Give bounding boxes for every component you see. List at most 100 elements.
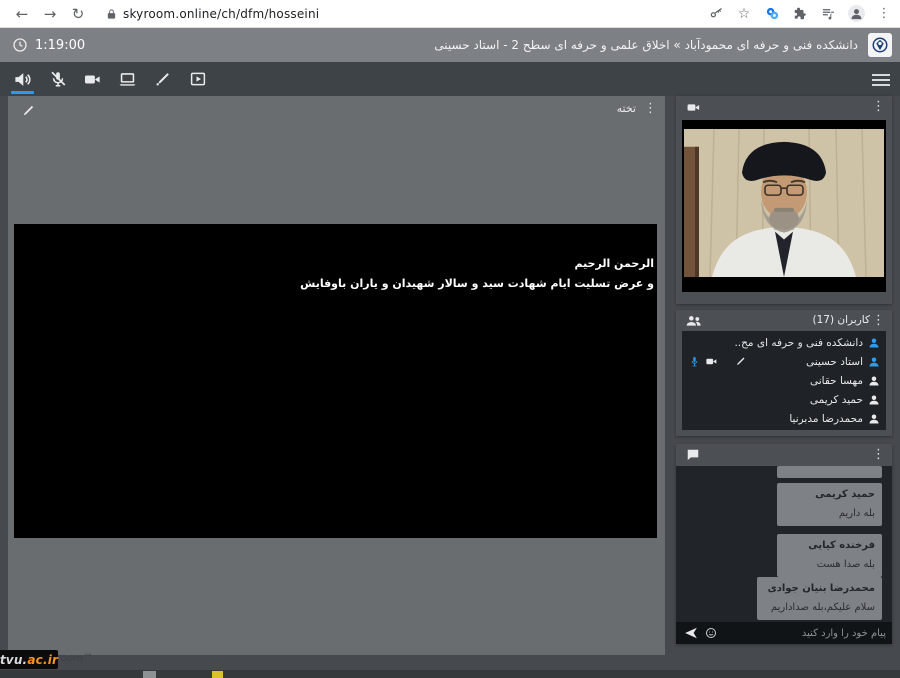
user-row[interactable]: حمید کریمی [682, 390, 886, 409]
microphone-muted-button[interactable] [40, 62, 75, 96]
annotation-line-2: و عرض تسلیت ایام شهادت سید و سالار شهیدا… [300, 274, 654, 294]
chat-panel-menu-button[interactable]: ⋮ [872, 448, 885, 461]
tvu-logo: tvu.ac.ir [0, 650, 58, 669]
taskbar-strip [0, 670, 900, 678]
user-row-operator[interactable]: دانشکده فنی و حرفه ای مح.. [682, 333, 886, 352]
extensions-button[interactable] [788, 3, 812, 25]
clock-icon [12, 37, 28, 53]
camera-panel-icon [686, 100, 701, 115]
meeting-toolbar [0, 62, 900, 96]
user-person-icon [868, 394, 880, 406]
users-panel: کاربران (17) ⋮ دانشکده فنی و حرفه ای مح.… [676, 310, 892, 436]
university-logo [868, 33, 892, 57]
whiteboard-canvas[interactable]: الرحمن الرحيم و عرض تسلیت ایام شهادت سید… [14, 224, 657, 538]
lock-icon[interactable] [106, 8, 117, 20]
tvu-logo-domain: ac.ir [27, 653, 58, 667]
user-name: دانشکده فنی و حرفه ای مح.. [734, 337, 863, 349]
video-panel-menu-button[interactable]: ⋮ [872, 100, 885, 113]
whiteboard-menu-button[interactable]: ⋮ [644, 102, 657, 115]
chat-messages[interactable]: حمید کریمی بله داریم فرخنده کیایی بله صد… [676, 466, 892, 622]
menu-hamburger-button[interactable] [872, 71, 890, 89]
session-title: دانشکده فنی و حرفه ای محمودآباد » اخلاق … [434, 28, 858, 62]
videocam-icon [83, 70, 102, 89]
star-icon: ☆ [738, 6, 751, 22]
address-bar[interactable]: skyroom.online/ch/dfm/hosseini [106, 7, 704, 21]
user-name: مهسا حقانی [810, 375, 863, 387]
avatar [848, 5, 865, 22]
elapsed-time-value: 1:19:00 [35, 38, 85, 53]
user-mic-on-icon[interactable] [686, 356, 703, 367]
whiteboard-tool-button[interactable] [145, 62, 180, 96]
screen-share-button[interactable] [110, 62, 145, 96]
chat-message: حمید کریمی بله داریم [777, 483, 882, 526]
chat-message-input[interactable] [724, 624, 886, 642]
users-list[interactable]: دانشکده فنی و حرفه ای مح.. استاد حسینی م… [682, 331, 886, 430]
forward-icon: → [44, 5, 57, 23]
browser-menu-button[interactable]: ⋮ [872, 3, 896, 25]
chat-message: محمدرضا بنیان جوادی سلام علیکم،بله صدادا… [757, 577, 882, 620]
browser-back-button[interactable]: ← [8, 3, 36, 25]
speaker-icon [13, 70, 32, 89]
brush-icon [154, 71, 171, 88]
chat-bubble-icon [686, 448, 700, 462]
video-frame [682, 120, 886, 292]
user-draw-icon[interactable] [731, 356, 748, 368]
laptop-icon [118, 70, 137, 89]
play-box-icon [189, 70, 207, 88]
user-row[interactable]: مهسا حقانی [682, 371, 886, 390]
university-emblem-icon [871, 36, 889, 54]
chat-sender: حمید کریمی [784, 487, 875, 502]
refresh-icon: ↻ [72, 5, 85, 23]
users-panel-title: کاربران (17) [812, 314, 870, 326]
chat-text: سلام علیکم،بله صداداریم [764, 600, 875, 615]
whiteboard-pencil-icon[interactable] [20, 104, 35, 123]
whiteboard-tab-label: تخته [617, 102, 636, 115]
user-person-icon [868, 337, 880, 349]
user-person-icon [868, 375, 880, 387]
presenter-illustration [684, 129, 884, 277]
user-row[interactable]: محمدرضا مدبرنیا [682, 409, 886, 428]
chat-text: بله داریم [784, 506, 875, 521]
key-icon [709, 6, 724, 21]
chat-panel: ⋮ حمید کریمی بله داریم فرخنده کیایی بله … [676, 444, 892, 644]
video-panel-header: ⋮ [676, 96, 892, 118]
media-player-button[interactable] [180, 62, 215, 96]
speaker-button[interactable] [5, 62, 40, 96]
users-group-icon [686, 314, 702, 328]
session-header: 1:19:00 دانشکده فنی و حرفه ای محمودآباد … [0, 28, 900, 62]
bookmark-star-button[interactable]: ☆ [732, 3, 756, 25]
emoji-icon[interactable] [705, 627, 717, 639]
chat-message: فرخنده کیایی بله صدا هست [777, 534, 882, 577]
users-panel-header: کاربران (17) ⋮ [676, 310, 892, 332]
user-cam-on-icon[interactable] [703, 355, 720, 368]
taskbar-item-icon [143, 671, 156, 678]
camera-button[interactable] [75, 62, 110, 96]
video-panel: ⋮ [676, 96, 892, 304]
tvu-logo-text: tvu. [0, 653, 27, 667]
chat-sender: فرخنده کیایی [784, 538, 875, 553]
browser-profile-button[interactable] [844, 3, 868, 25]
user-name: حمید کریمی [810, 394, 863, 406]
chat-panel-header: ⋮ [676, 444, 892, 466]
browser-forward-button[interactable]: → [36, 3, 64, 25]
browser-refresh-button[interactable]: ↻ [64, 3, 92, 25]
whiteboard-panel: تخته ⋮ الرحمن الرحيم و عرض تسلیت ایام شه… [8, 96, 665, 655]
chat-input-bar [676, 622, 892, 644]
url-text[interactable]: skyroom.online/ch/dfm/hosseini [123, 7, 319, 21]
send-icon[interactable] [684, 626, 698, 640]
taskbar-item-icon [212, 671, 223, 678]
user-row-instructor[interactable]: استاد حسینی [682, 352, 886, 371]
chat-message-clipped [777, 466, 882, 478]
puzzle-icon [793, 7, 807, 21]
extension-blue-button[interactable] [760, 3, 784, 25]
reading-list-button[interactable] [816, 3, 840, 25]
password-key-button[interactable] [704, 3, 728, 25]
user-person-icon [868, 356, 880, 368]
chat-text: بله صدا هست [784, 557, 875, 572]
users-panel-menu-button[interactable]: ⋮ [872, 314, 885, 327]
browser-toolbar: ← → ↻ skyroom.online/ch/dfm/hosseini ☆ ⋮ [0, 0, 900, 28]
user-name: استاد حسینی [806, 356, 863, 368]
sync-blue-icon [765, 6, 780, 21]
annotation-line-1: الرحمن الرحيم [300, 254, 654, 274]
back-icon: ← [16, 5, 29, 23]
